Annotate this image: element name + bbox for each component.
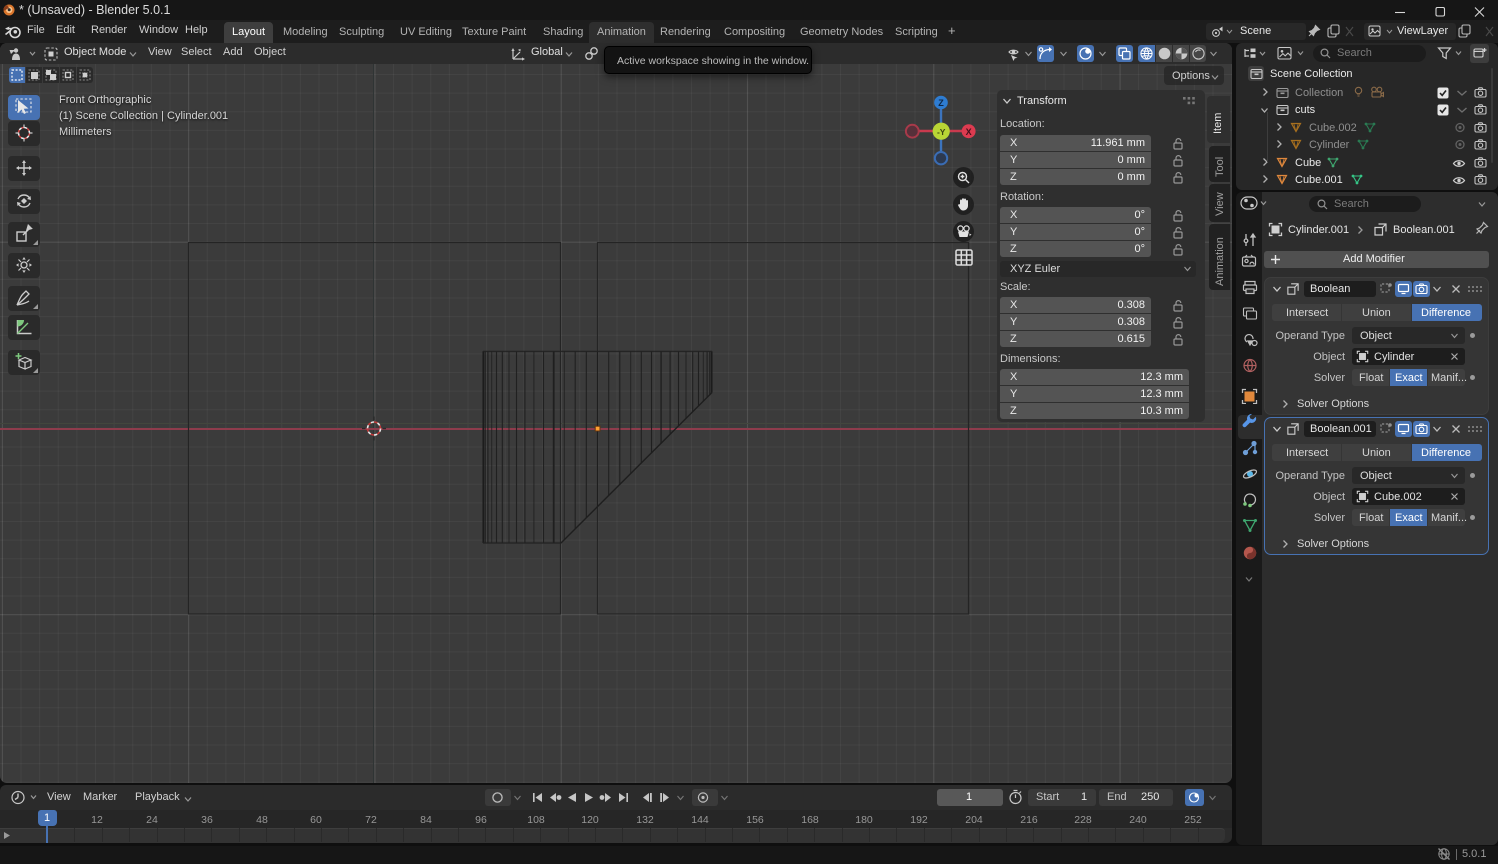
svg-text:X: X bbox=[966, 127, 972, 137]
svg-text:-Y: -Y bbox=[937, 127, 946, 137]
svg-text:Z: Z bbox=[938, 98, 944, 108]
